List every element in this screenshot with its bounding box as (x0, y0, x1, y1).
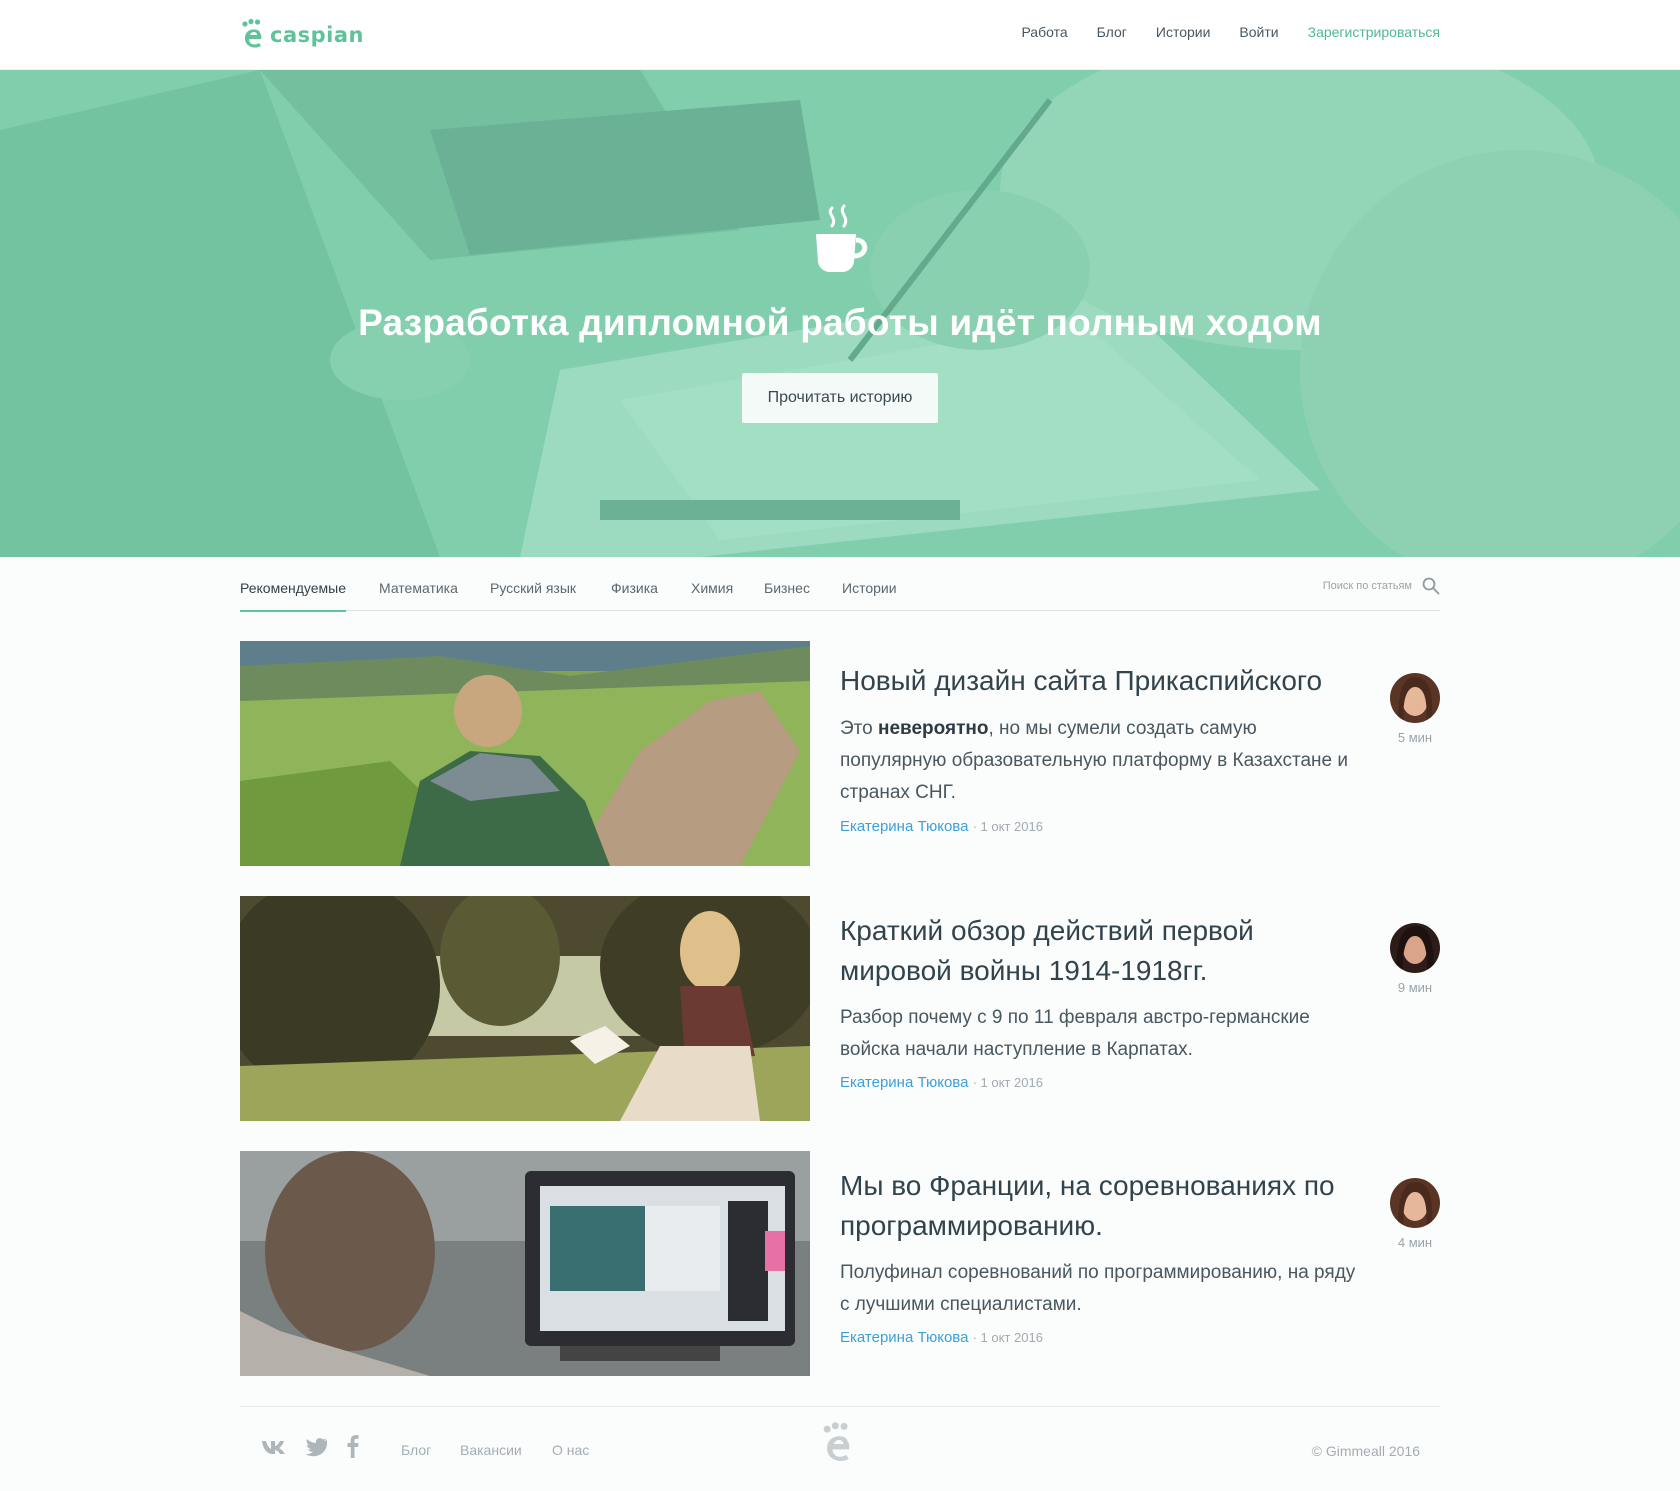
excerpt-text: Это (840, 718, 878, 739)
publish-date: · 1 окт 2016 (972, 1330, 1043, 1345)
nav-link-blog[interactable]: Блог (1097, 24, 1127, 40)
article-thumbnail[interactable] (240, 641, 810, 866)
twitter-icon[interactable] (303, 1433, 329, 1459)
paw-e-logo-icon (823, 1422, 850, 1461)
publish-date: · 1 окт 2016 (972, 1075, 1043, 1090)
nav-link-stories[interactable]: Истории (1156, 24, 1211, 40)
footer-link-about[interactable]: О нас (552, 1442, 589, 1458)
author-link[interactable]: Екатерина Тюкова (840, 1074, 968, 1091)
tab-math[interactable]: Математика (379, 580, 458, 610)
author-avatar[interactable] (1390, 673, 1440, 723)
vk-icon[interactable] (260, 1433, 286, 1459)
publish-date: · 1 окт 2016 (972, 819, 1043, 834)
article-thumbnail[interactable] (240, 896, 810, 1121)
article-meta: Екатерина Тюкова · 1 окт 2016 (840, 1329, 1043, 1346)
article-card[interactable]: Краткий обзор действий первой мировой во… (240, 896, 1440, 1122)
excerpt-emphasis: невероятно (878, 718, 989, 739)
tab-physics[interactable]: Физика (611, 580, 658, 610)
read-time: 9 мин (1397, 980, 1433, 995)
article-meta: Екатерина Тюкова · 1 окт 2016 (840, 1074, 1043, 1091)
nav-link-signup[interactable]: Зарегистрироваться (1308, 24, 1440, 40)
footer-link-blog[interactable]: Блог (401, 1442, 431, 1458)
search-icon[interactable] (1422, 577, 1440, 595)
article-title[interactable]: Мы во Франции, на соревнованиях по прогр… (840, 1166, 1360, 1246)
article-meta: Екатерина Тюкова · 1 окт 2016 (840, 818, 1043, 835)
tab-recommended[interactable]: Рекомендуемые (240, 580, 346, 612)
read-time: 4 мин (1397, 1235, 1433, 1250)
article-search (1307, 577, 1440, 595)
search-input[interactable] (1307, 580, 1412, 592)
read-time: 5 мин (1397, 730, 1433, 745)
article-title[interactable]: Краткий обзор действий первой мировой во… (840, 911, 1360, 991)
article-thumbnail[interactable] (240, 1151, 810, 1376)
author-link[interactable]: Екатерина Тюкова (840, 818, 968, 835)
hero-title: Разработка дипломной работы идёт полным … (358, 302, 1322, 343)
category-tabs: Рекомендуемые Математика Русский язык Фи… (240, 557, 1440, 612)
copyright-text: © Gimmeall 2016 (1311, 1443, 1420, 1459)
author-avatar[interactable] (1390, 923, 1440, 973)
tab-russian[interactable]: Русский язык (490, 580, 576, 610)
hero-banner: Разработка дипломной работы идёт полным … (0, 70, 1680, 557)
tab-business[interactable]: Бизнес (764, 580, 810, 610)
article-excerpt: Полуфинал соревнований по программирован… (840, 1262, 1356, 1315)
nav-link-login[interactable]: Войти (1239, 24, 1278, 40)
article-excerpt: Разбор почему с 9 по 11 февраля австро-г… (840, 1007, 1310, 1060)
author-link[interactable]: Екатерина Тюкова (840, 1329, 968, 1346)
brand-logo[interactable]: caspian (240, 18, 364, 52)
article-excerpt: Это невероятно, но мы сумели создать сам… (840, 713, 1360, 809)
article-title[interactable]: Новый дизайн сайта Прикаспийского (840, 661, 1360, 701)
brand-name: caspian (270, 23, 364, 47)
read-story-button[interactable]: Прочитать историю (742, 373, 938, 423)
article-card[interactable]: Мы во Франции, на соревнованиях по прогр… (240, 1151, 1440, 1377)
paw-e-logo-icon (242, 18, 262, 48)
footer-link-jobs[interactable]: Вакансии (460, 1442, 522, 1458)
author-avatar[interactable] (1390, 1178, 1440, 1228)
site-footer: Блог Вакансии О нас © Gimmeall 2016 (240, 1406, 1440, 1491)
top-navbar: caspian Работа Блог Истории Войти Зареги… (0, 0, 1680, 70)
tab-chemistry[interactable]: Химия (691, 580, 733, 610)
main-nav: Работа Блог Истории Войти Зарегистрирова… (1021, 24, 1440, 40)
tab-stories[interactable]: Истории (842, 580, 897, 610)
facebook-icon[interactable] (340, 1433, 366, 1459)
article-card[interactable]: Новый дизайн сайта Прикаспийского Это не… (240, 641, 1440, 867)
coffee-cup-icon (816, 204, 868, 272)
nav-link-work[interactable]: Работа (1021, 24, 1067, 40)
